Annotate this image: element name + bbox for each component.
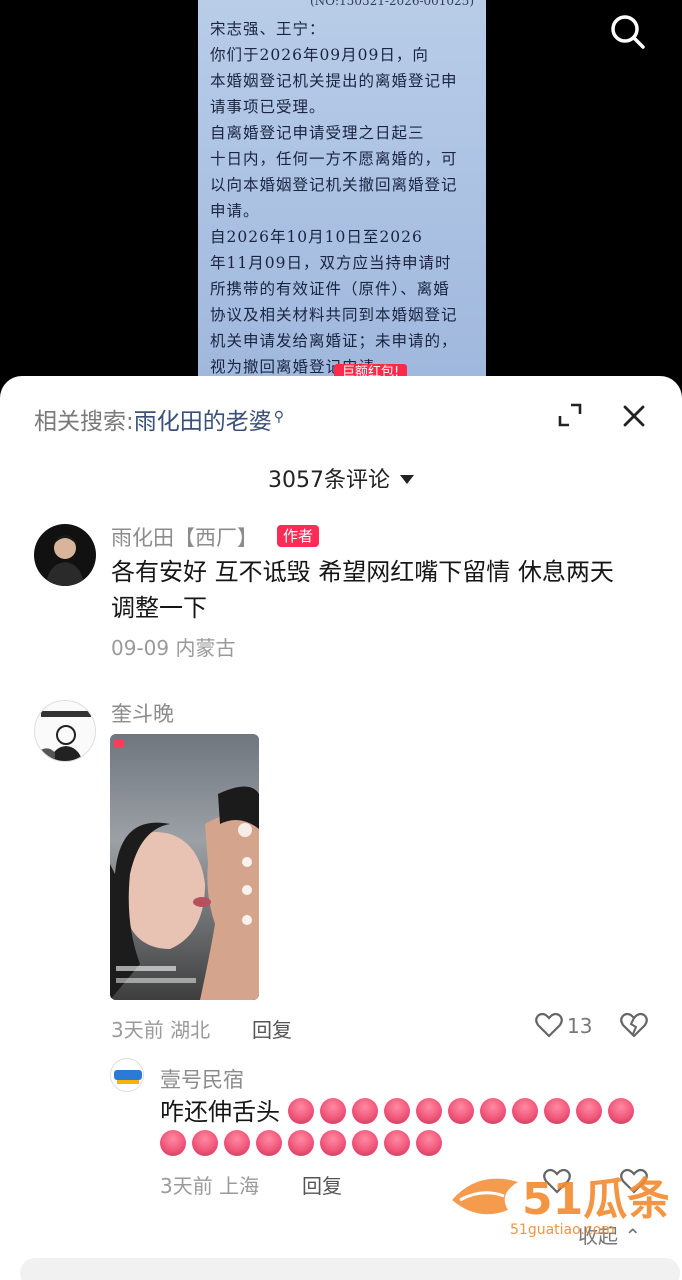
tongue-emoji-row	[160, 1126, 448, 1162]
doc-line: 年11月09日，双方应当持申请时	[210, 254, 452, 272]
doc-line: 以向本婚姻登记机关撤回离婚登记	[210, 176, 458, 194]
comment-text-content: 咋还伸舌头	[160, 1098, 280, 1126]
avatar-sketch-icon	[35, 701, 95, 761]
comment-text: 调整一下	[111, 594, 207, 622]
video-player[interactable]: (NO:150521-2026-001025) 宋志强、王宁： 你们于2026年…	[0, 0, 682, 400]
doc-line: 请事项已受理。	[210, 98, 326, 116]
comment-count-label: 3057条评论	[268, 468, 390, 493]
comment-username[interactable]: 壹号民宿	[160, 1064, 244, 1094]
like-count: 13	[567, 1014, 593, 1038]
site-watermark: 51瓜条 51guatiao.com	[448, 1160, 671, 1240]
avatar[interactable]	[34, 700, 96, 762]
comment-meta: 3天前 湖北	[111, 1018, 211, 1042]
author-badge: 作者	[277, 525, 320, 547]
divorce-notice-document: (NO:150521-2026-001025) 宋志强、王宁： 你们于2026年…	[198, 0, 486, 394]
doc-addressee: 宋志强、王宁：	[210, 20, 326, 38]
comment-meta: 09-09 内蒙古	[111, 636, 236, 660]
doc-line: 你们于2026年09月09日，向	[210, 46, 429, 64]
avatar-person-icon	[46, 535, 84, 586]
expand-icon[interactable]	[557, 402, 583, 428]
search-icon[interactable]	[606, 10, 648, 52]
avatar[interactable]	[34, 524, 96, 586]
watermark-big-text: 51瓜条	[522, 1174, 668, 1225]
comment-text: 咋还伸舌头	[160, 1094, 640, 1130]
reply-button[interactable]: 回复	[252, 1014, 292, 1043]
dislike-heart-icon[interactable]	[620, 1012, 648, 1038]
comment-count[interactable]: 3057条评论	[0, 462, 682, 494]
comment-username[interactable]: 奎斗晚	[111, 698, 174, 728]
search-small-icon: ⚲	[273, 409, 285, 425]
comment-image[interactable]	[110, 734, 259, 1000]
comment-username[interactable]: 雨化田【西厂】	[111, 522, 258, 552]
doc-number: (NO:150521-2026-001025)	[309, 0, 474, 8]
related-search-label: 相关搜索:	[34, 409, 134, 435]
doc-line: 自离婚登记申请受理之日起三	[210, 124, 425, 142]
doc-line: 自2026年10月10日至2026	[210, 228, 423, 246]
doc-line: 机关申请发给离婚证；未申请的，	[210, 332, 458, 350]
reply-button[interactable]: 回复	[302, 1170, 342, 1199]
doc-line: 所携带的有效证件（原件）、离婚	[210, 280, 450, 298]
watermark-small-text: 51guatiao.com	[510, 1222, 615, 1238]
doc-line: 申请。	[210, 202, 260, 220]
tongue-emoji-row	[287, 1098, 640, 1126]
comment-input-bar[interactable]	[20, 1258, 680, 1280]
avatar-logo-icon	[114, 1070, 142, 1084]
comment-meta: 3天前 上海	[160, 1174, 260, 1198]
doc-line: 十日内，任何一方不愿离婚的，可	[210, 150, 458, 168]
comment-text: 各有安好 互不诋毁 希望网红嘴下留情 休息两天	[111, 558, 614, 586]
heart-icon[interactable]	[535, 1012, 563, 1038]
kiss-photo	[110, 734, 259, 1000]
doc-line: 协议及相关材料共同到本婚姻登记	[210, 306, 458, 324]
watermark-logo: 51瓜条 51guatiao.com	[452, 1174, 671, 1238]
related-search[interactable]: 相关搜索:雨化田的老婆 ⚲	[34, 402, 284, 436]
avatar[interactable]	[110, 1058, 144, 1092]
related-search-keyword[interactable]: 雨化田的老婆	[134, 409, 272, 435]
doc-line: 本婚姻登记机关提出的离婚登记申	[210, 72, 458, 90]
comment-sheet: 相关搜索:雨化田的老婆 ⚲ 3057条评论 雨化田【西厂】 作者 各有安好 互不诋…	[0, 376, 682, 1280]
close-icon[interactable]	[620, 402, 648, 430]
caret-down-icon	[400, 475, 414, 484]
